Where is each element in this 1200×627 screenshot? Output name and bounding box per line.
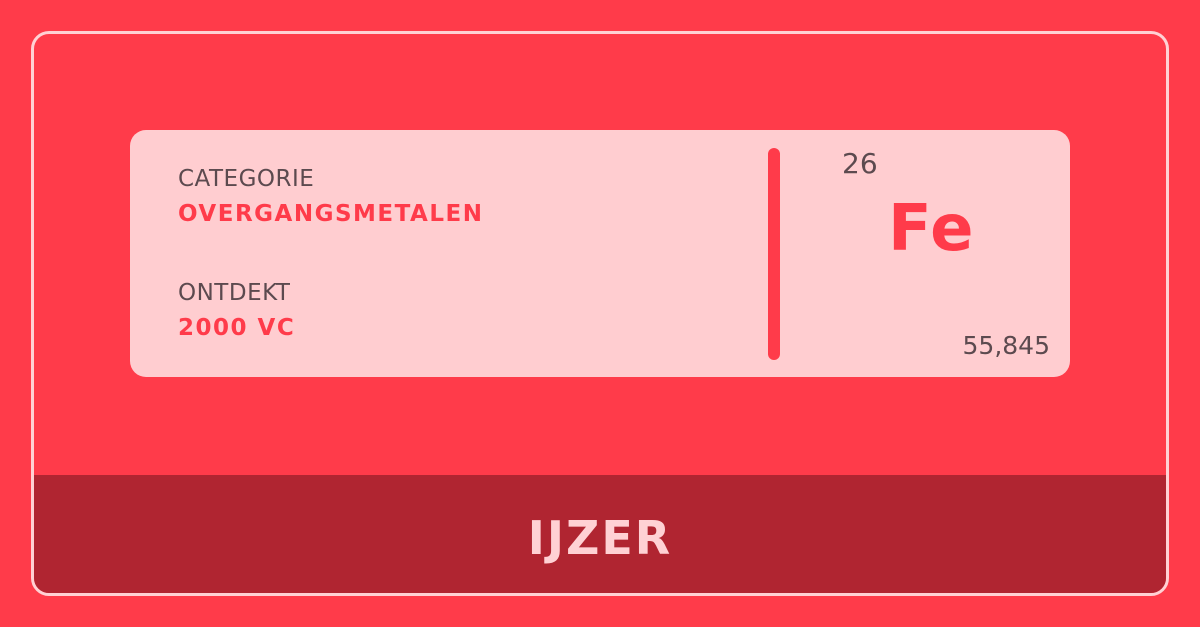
element-card: CATEGORIE OVERGANGSMETALEN ONTDEKT 2000 … xyxy=(130,130,1070,377)
atomic-number: 26 xyxy=(842,147,878,180)
element-symbol: Fe xyxy=(888,192,975,266)
discovered-value: 2000 VC xyxy=(178,315,296,341)
element-name: IJZER xyxy=(527,511,673,565)
page-background: IJZER CATEGORIE OVERGANGSMETALEN ONTDEKT… xyxy=(0,0,1200,627)
discovered-label: ONTDEKT xyxy=(178,280,291,306)
category-label: CATEGORIE xyxy=(178,166,315,192)
atomic-mass: 55,845 xyxy=(962,331,1050,360)
category-value: OVERGANGSMETALEN xyxy=(178,201,484,227)
footer-bar: IJZER xyxy=(34,475,1166,593)
divider xyxy=(768,148,780,360)
